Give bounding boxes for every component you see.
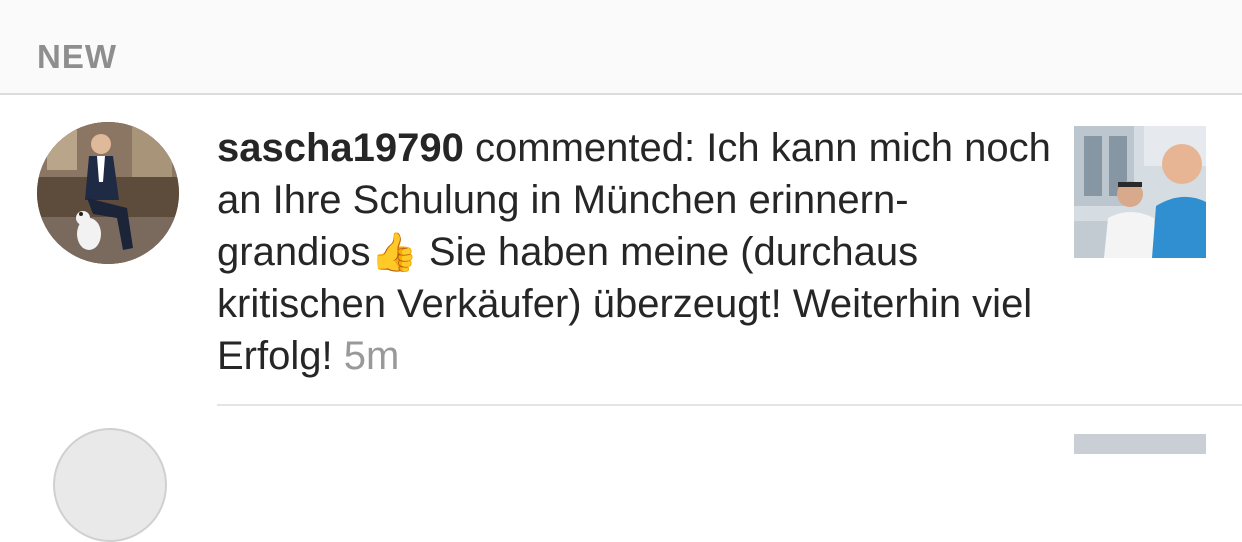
- action-text: commented:: [475, 126, 696, 170]
- thumbs-up-icon: 👍: [370, 230, 418, 274]
- timestamp: 5m: [343, 334, 400, 378]
- section-header: NEW: [0, 0, 1242, 95]
- post-thumbnail-image: [1074, 126, 1206, 258]
- avatar-image: [37, 122, 179, 264]
- next-post-thumbnail[interactable]: [1074, 434, 1206, 454]
- post-thumbnail[interactable]: [1074, 126, 1206, 258]
- section-title: NEW: [37, 38, 117, 75]
- row-divider: [217, 404, 1242, 406]
- notification-comment[interactable]: sascha19790 commented: Ich kann mich noc…: [217, 122, 1057, 382]
- next-avatar[interactable]: [53, 428, 167, 542]
- username-link[interactable]: sascha19790: [217, 126, 464, 170]
- avatar[interactable]: [37, 122, 179, 264]
